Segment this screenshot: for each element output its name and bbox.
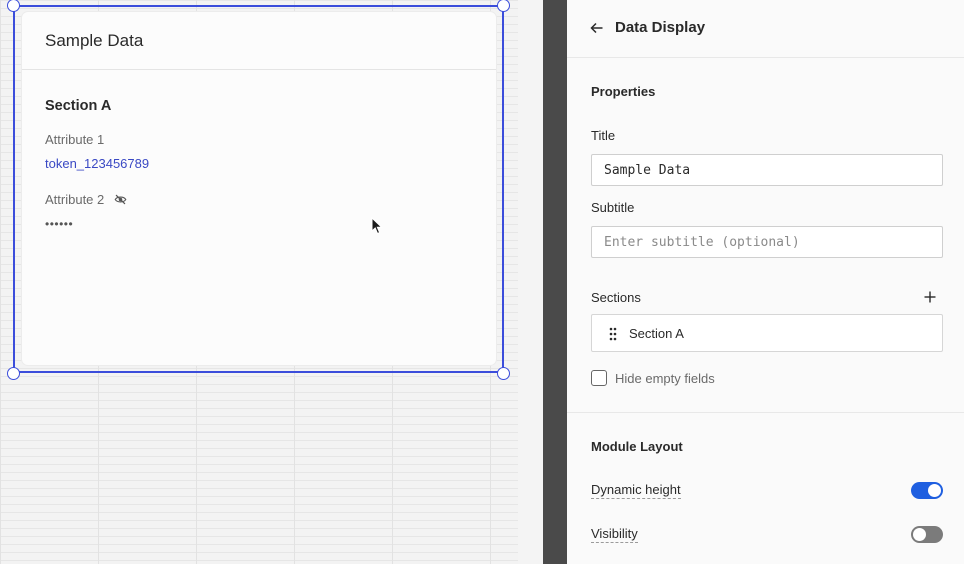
arrow-left-icon[interactable] (589, 20, 605, 36)
subtitle-field-label: Subtitle (591, 200, 635, 215)
dynamic-height-toggle[interactable] (911, 482, 943, 499)
hide-empty-fields-checkbox[interactable] (591, 370, 607, 386)
toggle-knob (913, 528, 926, 541)
panel-title: Data Display (615, 19, 706, 36)
selection-outline (13, 5, 504, 373)
toggle-knob (928, 484, 941, 497)
resize-handle-bottom-left[interactable] (7, 367, 20, 380)
dynamic-height-label: Dynamic height (591, 482, 681, 499)
title-field-label: Title (591, 128, 616, 143)
title-input[interactable] (591, 154, 943, 186)
panel-section-divider (567, 412, 964, 413)
resize-handle-bottom-right[interactable] (497, 367, 510, 380)
properties-panel: Data Display Properties Title Subtitle S… (567, 0, 964, 564)
section-list-item-label: Section A (629, 326, 684, 341)
plus-icon[interactable] (923, 290, 937, 304)
properties-heading: Properties (591, 84, 656, 99)
section-list-item[interactable]: Section A (591, 314, 943, 352)
drag-handle-icon[interactable] (608, 327, 618, 341)
module-layout-heading: Module Layout (591, 439, 683, 454)
mouse-cursor-icon (371, 217, 383, 235)
visibility-label: Visibility (591, 526, 638, 543)
subtitle-input[interactable] (591, 226, 943, 258)
visibility-toggle[interactable] (911, 526, 943, 543)
panel-divider-strip (543, 0, 567, 564)
hide-empty-fields-label[interactable]: Hide empty fields (615, 371, 715, 386)
sections-label: Sections (591, 290, 641, 305)
canvas-gutter (518, 0, 543, 564)
